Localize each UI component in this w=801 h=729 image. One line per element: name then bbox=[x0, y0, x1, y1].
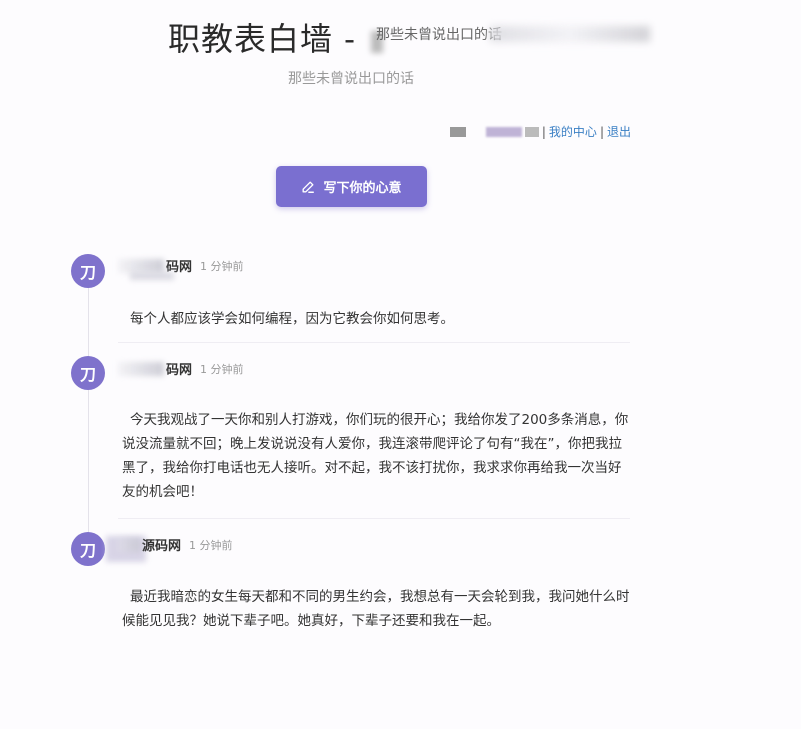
redacted-blur bbox=[118, 537, 140, 552]
title-suffix: 那些未曾说出口的话 bbox=[376, 27, 502, 43]
separator: | bbox=[599, 124, 604, 139]
avatar: 刀 bbox=[71, 356, 105, 390]
divider bbox=[118, 518, 630, 519]
redacted-blur bbox=[130, 272, 174, 280]
redacted-blur bbox=[118, 258, 164, 273]
post-time: 1 分钟前 bbox=[200, 362, 244, 376]
site-subtitle: 那些未曾说出口的话 bbox=[288, 71, 414, 87]
site-title-text: 职教表白墙 - bbox=[168, 20, 368, 58]
avatar: 刀 bbox=[71, 532, 105, 566]
pencil-icon bbox=[302, 180, 315, 193]
redacted-username bbox=[524, 126, 539, 137]
redacted-blur bbox=[118, 361, 164, 376]
page: 职教表白墙 - 那些未曾说出口的话 那些未曾说出口的话 | 我的中心 | 退出 … bbox=[0, 0, 801, 729]
redacted-blur bbox=[490, 26, 650, 42]
user-bar: | 我的中心 | 退出 bbox=[449, 123, 631, 140]
post-content: 最近我暗恋的女生每天都和不同的男生约会，我想总有一天会轮到我，我问她什么时候能见… bbox=[122, 589, 630, 629]
separator: | bbox=[541, 124, 546, 139]
divider bbox=[118, 342, 630, 343]
post-header: 码网 1 分钟前 bbox=[118, 359, 244, 378]
post-time: 1 分钟前 bbox=[200, 259, 244, 273]
redacted-username bbox=[485, 126, 522, 137]
post-header: 源码网 1 分钟前 bbox=[118, 535, 233, 554]
post-author: 码网 bbox=[166, 363, 193, 378]
write-message-label: 写下你的心意 bbox=[323, 181, 402, 196]
timeline-line bbox=[88, 286, 89, 536]
my-center-link[interactable]: 我的中心 bbox=[549, 123, 597, 140]
post-time: 1 分钟前 bbox=[189, 538, 233, 552]
post-content: 今天我观战了一天你和别人打游戏，你们玩的很开心；我给你发了200多条消息，你说没… bbox=[122, 412, 629, 500]
avatar: 刀 bbox=[71, 254, 105, 288]
post-author: 源码网 bbox=[142, 539, 182, 554]
post-content: 每个人都应该学会如何编程，因为它教会你如何思考。 bbox=[130, 311, 454, 327]
redacted-username bbox=[449, 126, 466, 137]
site-title: 职教表白墙 - bbox=[168, 14, 384, 60]
write-message-button[interactable]: 写下你的心意 bbox=[276, 166, 427, 207]
logout-link[interactable]: 退出 bbox=[607, 123, 631, 140]
